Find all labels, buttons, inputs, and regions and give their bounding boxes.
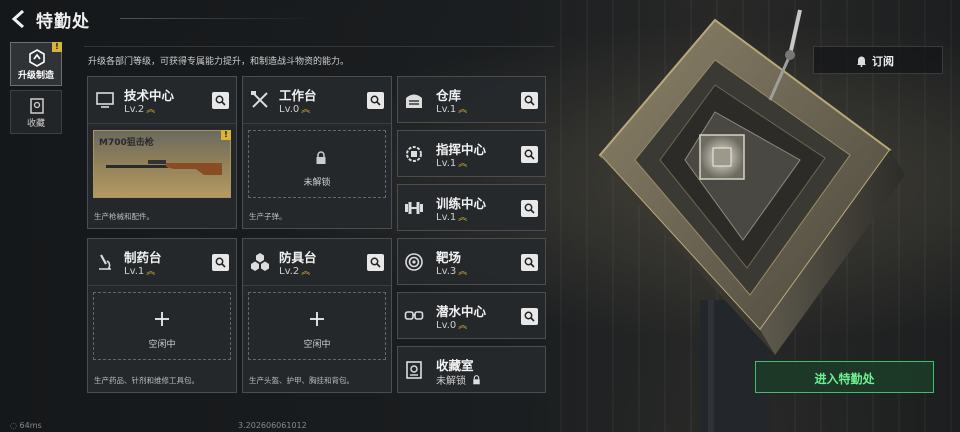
enter-special-ops-button[interactable]: 进入特勤处	[755, 361, 934, 393]
diving-goggles-icon	[404, 311, 424, 320]
network-status: ◌ 64ms	[10, 421, 42, 430]
level-up-icon: ︽	[458, 267, 468, 277]
facility-level: Lv.3 ︽	[436, 266, 468, 277]
card-description: 生产枪械和配件。	[94, 212, 154, 221]
search-icon[interactable]	[367, 92, 384, 109]
facility-diving-center[interactable]: 潜水中心 Lv.0 ︽	[397, 292, 546, 339]
plus-icon	[310, 312, 324, 326]
subscribe-label: 订阅	[872, 55, 894, 68]
facility-warehouse[interactable]: 仓库 Lv.1 ︽	[397, 76, 546, 123]
card-level: Lv.2 ︽	[279, 266, 311, 277]
facility-level: Lv.1 ︽	[436, 104, 468, 115]
lock-icon	[473, 375, 480, 385]
search-icon[interactable]	[521, 308, 538, 325]
facility-level: Lv.1 ︽	[436, 158, 468, 169]
crafting-slot-idle[interactable]: 空闲中	[93, 292, 231, 360]
crafting-slot-idle[interactable]: 空闲中	[248, 292, 386, 360]
card-pharmacy: 制药台 Lv.1 ︽ 空闲中 生产药品、针剂和维修工具包。	[87, 238, 237, 393]
facility-level: Lv.1 ︽	[436, 212, 468, 223]
nav-collection[interactable]: 收藏	[10, 90, 62, 134]
hammer-wrench-icon	[251, 91, 268, 108]
card-workbench: 工作台 Lv.0 ︽ 未解锁 生产子弹。	[242, 76, 392, 229]
subtitle-divider	[84, 46, 554, 47]
hexagons-icon	[251, 253, 269, 271]
level-up-icon: ︽	[146, 267, 156, 277]
pharmacy-header[interactable]: 制药台 Lv.1 ︽	[88, 239, 236, 286]
search-icon[interactable]	[521, 92, 538, 109]
microscope-icon	[99, 254, 111, 270]
lock-icon	[316, 151, 326, 164]
collection-icon	[30, 98, 44, 114]
nav-alert-badge: !	[52, 42, 62, 52]
level-up-icon: ︽	[458, 321, 468, 331]
bell-icon	[857, 56, 866, 67]
monitor-icon	[96, 92, 114, 108]
level-up-icon: ︽	[458, 105, 468, 115]
nav-upgrade-craft[interactable]: ! 升级制造	[10, 42, 62, 86]
slot-status: 空闲中	[148, 340, 176, 350]
page-subtitle: 升级各部门等级，可获得专属能力提升，和制造战斗物资的能力。	[88, 57, 350, 67]
search-icon[interactable]	[521, 200, 538, 217]
upgrade-icon	[29, 49, 45, 67]
card-armor-bench: 防具台 Lv.2 ︽ 空闲中 生产头盔、护甲、胸挂和背包。	[242, 238, 392, 393]
search-icon[interactable]	[367, 254, 384, 271]
command-icon	[406, 146, 422, 162]
search-icon[interactable]	[521, 146, 538, 163]
page-title: 特勤处	[36, 12, 90, 32]
card-level: Lv.1 ︽	[124, 266, 156, 277]
level-up-icon: ︽	[301, 105, 311, 115]
enter-label: 进入特勤处	[814, 372, 875, 386]
card-tech-center: 技术中心 Lv.2 ︽ M700狙击枪 ! 生产枪械和配件。	[87, 76, 237, 229]
item-name: M700狙击枪	[99, 138, 154, 148]
subscribe-button[interactable]: 订阅	[813, 46, 943, 74]
ping-value: 64ms	[19, 421, 42, 430]
slot-status: 未解锁	[303, 178, 331, 188]
warehouse-icon	[406, 94, 422, 108]
workbench-header[interactable]: 工作台 Lv.0 ︽	[243, 77, 391, 124]
crafting-slot-locked[interactable]: 未解锁	[248, 130, 386, 198]
wifi-icon: ◌	[10, 421, 17, 430]
crafting-slot-rifle[interactable]: M700狙击枪 !	[93, 130, 231, 198]
slot-status: 空闲中	[303, 340, 331, 350]
card-level: Lv.0 ︽	[279, 104, 311, 115]
level-up-icon: ︽	[458, 213, 468, 223]
build-version: 3.20260606101​2	[238, 421, 307, 430]
facility-level: 未解锁	[436, 372, 481, 387]
back-arrow-icon[interactable]	[8, 8, 30, 30]
nav-label: 升级制造	[17, 71, 54, 81]
tech-center-header[interactable]: 技术中心 Lv.2 ︽	[88, 77, 236, 124]
card-description: 生产子弹。	[249, 212, 287, 221]
search-icon[interactable]	[212, 92, 229, 109]
armor-bench-header[interactable]: 防具台 Lv.2 ︽	[243, 239, 391, 286]
search-icon[interactable]	[521, 254, 538, 271]
facility-shooting-range[interactable]: 靶场 Lv.3 ︽	[397, 238, 546, 285]
level-up-icon: ︽	[458, 159, 468, 169]
card-description: 生产头盔、护甲、胸挂和背包。	[249, 376, 354, 385]
card-description: 生产药品、针剂和维修工具包。	[94, 376, 199, 385]
target-icon	[405, 253, 423, 271]
facility-collection-room[interactable]: 收藏室 未解锁	[397, 346, 546, 393]
item-alert-badge: !	[221, 130, 231, 140]
dumbbell-icon	[405, 202, 423, 214]
plus-icon	[155, 312, 169, 326]
facility-training-center[interactable]: 训练中心 Lv.1 ︽	[397, 184, 546, 231]
search-icon[interactable]	[212, 254, 229, 271]
facility-command-center[interactable]: 指挥中心 Lv.1 ︽	[397, 130, 546, 177]
rifle-icon	[106, 160, 222, 175]
facility-level: Lv.0 ︽	[436, 320, 468, 331]
level-up-icon: ︽	[146, 105, 156, 115]
card-level: Lv.2 ︽	[124, 104, 156, 115]
nav-label: 收藏	[26, 119, 45, 129]
header-divider	[120, 18, 320, 19]
collection-room-icon	[406, 361, 422, 379]
level-up-icon: ︽	[301, 267, 311, 277]
